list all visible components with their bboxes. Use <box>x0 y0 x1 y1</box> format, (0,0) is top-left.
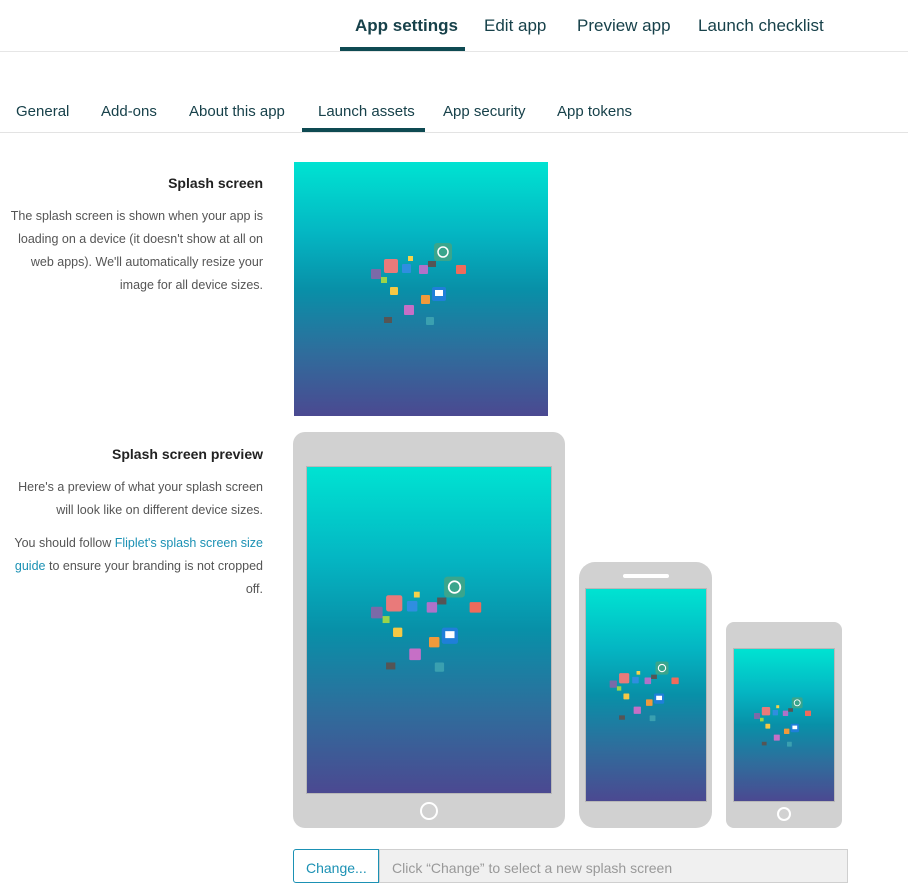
splash-screen-description-text: The splash screen is shown when your app… <box>10 209 263 292</box>
splash-preview-description: Here's a preview of what your splash scr… <box>3 476 263 611</box>
tab-add-ons[interactable]: Add-ons <box>101 103 157 120</box>
tab-app-tokens[interactable]: App tokens <box>557 103 632 120</box>
nav-edit-app[interactable]: Edit app <box>484 16 546 36</box>
splash-file-field[interactable]: Click “Change” to select a new splash sc… <box>379 849 848 883</box>
splash-screen-title: Splash screen <box>168 175 263 191</box>
small-phone-screen <box>733 648 835 802</box>
tab-launch-assets[interactable]: Launch assets <box>318 103 415 120</box>
tab-about-this-app[interactable]: About this app <box>189 103 285 120</box>
guide-text-suffix: to ensure your branding is not cropped o… <box>45 559 263 596</box>
small-phone-preview <box>726 622 842 828</box>
app-icons-cluster <box>371 243 466 325</box>
phone-preview <box>579 562 712 828</box>
small-phone-home-button-icon <box>777 807 791 821</box>
splash-preview-title: Splash screen preview <box>112 446 263 462</box>
change-splash-button[interactable]: Change... <box>293 849 379 883</box>
settings-tabs: General Add-ons About this app Launch as… <box>0 96 908 133</box>
splash-screen-description: The splash screen is shown when your app… <box>3 205 263 307</box>
splash-preview-guide-text: You should follow Fliplet's splash scree… <box>3 532 263 601</box>
tab-app-security[interactable]: App security <box>443 103 526 120</box>
splash-preview-description-text: Here's a preview of what your splash scr… <box>18 480 263 517</box>
nav-active-indicator <box>340 47 465 51</box>
app-icons-cluster-tablet <box>371 576 482 672</box>
nav-launch-checklist[interactable]: Launch checklist <box>698 16 824 36</box>
tab-general[interactable]: General <box>16 103 69 120</box>
phone-screen <box>585 588 707 802</box>
nav-preview-app[interactable]: Preview app <box>577 16 671 36</box>
splash-screen-image[interactable] <box>294 162 548 416</box>
tab-active-indicator <box>302 128 425 132</box>
tablet-preview <box>293 432 565 828</box>
app-icons-cluster-phone <box>609 661 679 722</box>
phone-speaker-icon <box>623 574 669 578</box>
top-nav: App settings Edit app Preview app Launch… <box>0 0 908 52</box>
guide-text-prefix: You should follow <box>14 536 115 550</box>
nav-app-settings[interactable]: App settings <box>355 16 458 36</box>
app-icons-cluster-small-phone <box>754 697 811 747</box>
tablet-home-button-icon <box>420 802 438 820</box>
tablet-screen <box>306 466 552 794</box>
